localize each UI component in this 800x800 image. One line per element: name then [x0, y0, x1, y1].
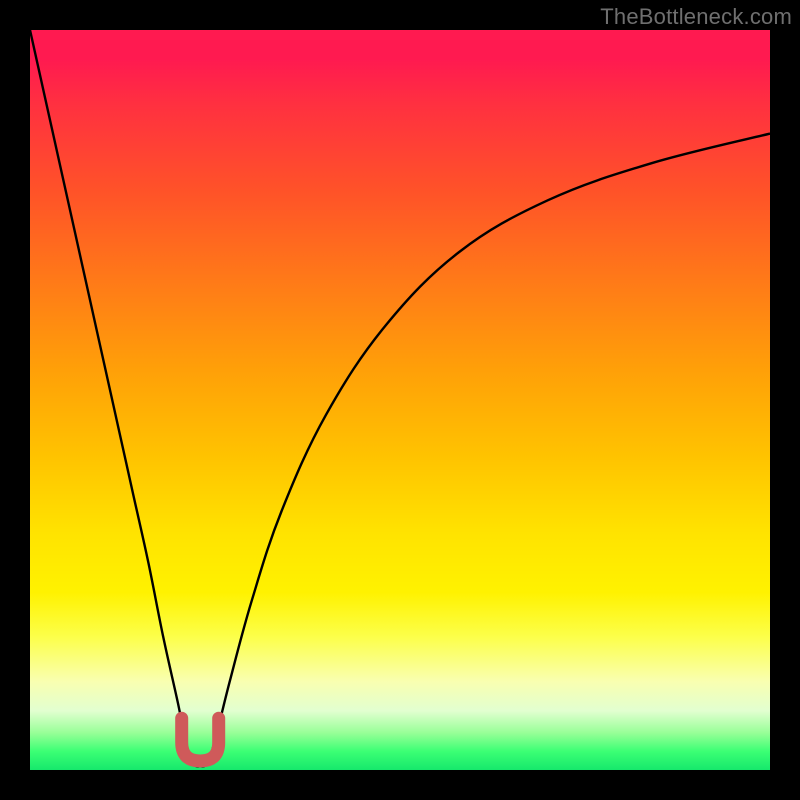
- bottleneck-curve: [30, 30, 770, 766]
- u-minimum-marker: [182, 718, 219, 761]
- watermark-text: TheBottleneck.com: [600, 4, 792, 30]
- plot-area: [30, 30, 770, 770]
- curve-layer: [30, 30, 770, 770]
- chart-frame: TheBottleneck.com: [0, 0, 800, 800]
